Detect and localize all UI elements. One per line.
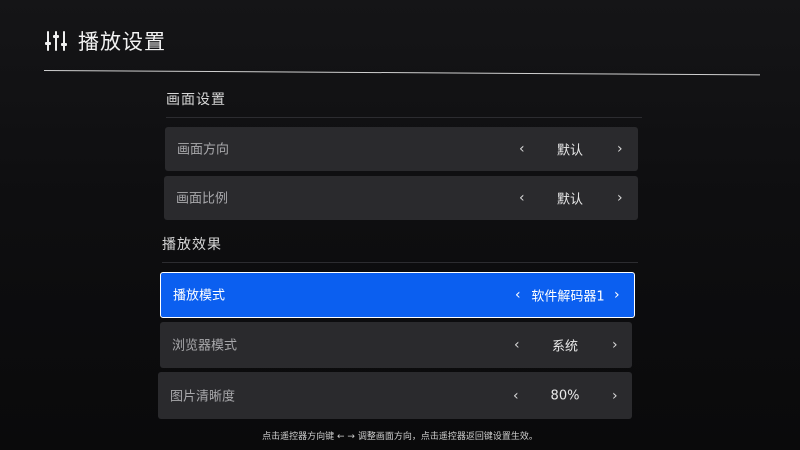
setting-value: 软件解码器1 bbox=[531, 289, 605, 305]
header: 播放设置 bbox=[44, 26, 166, 56]
setting-row-browser-mode[interactable]: 浏览器模式 ‹ 系统 › bbox=[160, 322, 632, 368]
chevron-right-icon[interactable]: › bbox=[617, 191, 623, 205]
chevron-left-icon[interactable]: ‹ bbox=[519, 142, 525, 156]
chevron-right-icon[interactable]: › bbox=[612, 389, 618, 403]
settings-screen: 播放设置 画面设置 画面方向 ‹ 默认 › 画面比例 ‹ 默认 › 播放效果 播… bbox=[0, 0, 800, 450]
chevron-left-icon[interactable]: ‹ bbox=[519, 191, 525, 205]
page-title: 播放设置 bbox=[78, 30, 166, 54]
setting-label: 画面方向 bbox=[177, 142, 230, 158]
setting-value: 系统 bbox=[551, 339, 578, 355]
chevron-right-icon[interactable]: › bbox=[612, 338, 618, 352]
chevron-right-icon[interactable]: › bbox=[617, 142, 623, 156]
setting-label: 图片清晰度 bbox=[170, 389, 236, 405]
setting-row-aspect-ratio[interactable]: 画面比例 ‹ 默认 › bbox=[164, 176, 638, 220]
chevron-left-icon[interactable]: ‹ bbox=[514, 338, 520, 352]
section-title: 画面设置 bbox=[166, 92, 226, 108]
sliders-icon bbox=[44, 30, 68, 52]
header-divider bbox=[43, 70, 760, 76]
setting-row-orientation[interactable]: 画面方向 ‹ 默认 › bbox=[165, 127, 638, 171]
remote-hint-text: 点击遥控器方向键 ← → 调整画面方向，点击遥控器返回键设置生效。 bbox=[262, 432, 538, 442]
section-title: 播放效果 bbox=[162, 237, 222, 253]
chevron-left-icon[interactable]: ‹ bbox=[513, 389, 519, 403]
setting-row-playback-mode[interactable]: 播放模式 ‹ 软件解码器1 › bbox=[160, 272, 635, 318]
setting-row-image-quality[interactable]: 图片清晰度 ‹ 80% › bbox=[158, 372, 632, 419]
setting-value: 默认 bbox=[556, 192, 583, 208]
setting-label: 浏览器模式 bbox=[172, 338, 238, 354]
section-divider bbox=[166, 117, 642, 118]
section-display-settings: 画面设置 bbox=[166, 89, 642, 118]
setting-value: 80% bbox=[550, 388, 580, 403]
setting-value: 默认 bbox=[556, 143, 583, 159]
chevron-right-icon[interactable]: › bbox=[614, 288, 620, 302]
chevron-left-icon[interactable]: ‹ bbox=[515, 288, 521, 302]
setting-label: 播放模式 bbox=[173, 288, 226, 304]
section-divider bbox=[162, 262, 638, 263]
setting-label: 画面比例 bbox=[176, 191, 229, 207]
section-playback-effects: 播放效果 bbox=[162, 234, 638, 263]
